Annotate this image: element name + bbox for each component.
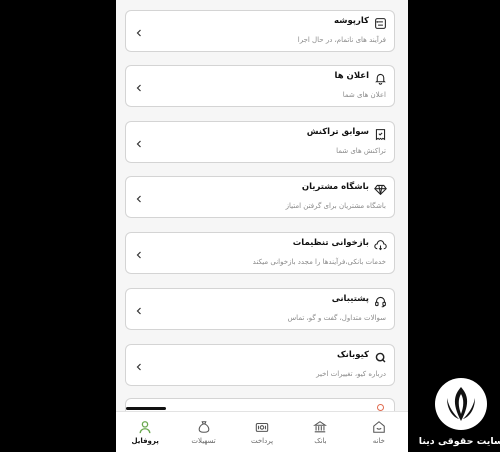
headset-icon: [374, 295, 387, 308]
menu-item-title: بازخوانی تنظیمات: [292, 238, 369, 248]
loan-bag-icon: [198, 420, 209, 433]
menu-item-subtitle: باشگاه مشتریان برای گرفتن امتیاز: [285, 202, 386, 210]
tab-bank[interactable]: بانک: [291, 412, 349, 452]
menu-item-subtitle: تراکنش های شما: [336, 147, 386, 155]
tab-label: خانه: [372, 436, 385, 445]
home-indicator: [126, 407, 166, 410]
tab-label: تسهیلات: [191, 436, 216, 445]
bell-icon: [374, 72, 387, 85]
chevron-left-icon: [134, 190, 144, 203]
watermark-logo-icon: [435, 378, 487, 430]
menu-item-subtitle: خدمات بانکی،فرآیندها را مجدد بازخوانی می…: [252, 258, 386, 266]
tab-label: پرداخت: [250, 436, 274, 445]
home-icon: [373, 420, 385, 433]
menu-item-title: کارپوشه: [333, 16, 369, 26]
menu-item-cartable[interactable]: کارپوشه فرآیند های ناتمام، در حال اجرا: [125, 10, 395, 52]
chevron-left-icon: [134, 24, 144, 37]
tab-loans[interactable]: تسهیلات: [174, 412, 232, 452]
cloud-sync-icon: [374, 239, 387, 252]
chevron-left-icon: [134, 246, 144, 259]
menu-item-subtitle: فرآیند های ناتمام، در حال اجرا: [297, 36, 386, 44]
chevron-left-icon: [134, 79, 144, 92]
qbank-logo-icon: [374, 351, 387, 364]
menu-item-subtitle: سوالات متداول، گفت و گو، تماس: [287, 314, 386, 322]
menu-item-title: باشگاه مشتریان: [301, 182, 369, 192]
menu-item-notifications[interactable]: اعلان ها اعلان های شما: [125, 65, 395, 107]
tab-home[interactable]: خانه: [350, 412, 408, 452]
bank-icon: [313, 420, 328, 432]
app-screen: کارپوشه فرآیند های ناتمام، در حال اجرا ا…: [116, 0, 408, 452]
diamond-icon: [374, 183, 387, 196]
bottom-navigation: خانه بانک پرداخت تسهیلات پروفایل: [116, 411, 408, 452]
receipt-icon: [374, 128, 387, 141]
logout-icon: [377, 404, 384, 411]
chevron-left-icon: [134, 302, 144, 315]
menu-item-subtitle: درباره کیو، تغییرات اخیر: [316, 370, 386, 378]
menu-item-reload-settings[interactable]: بازخوانی تنظیمات خدمات بانکی،فرآیندها را…: [125, 232, 395, 274]
profile-icon: [139, 420, 151, 433]
tab-label: پروفایل: [131, 436, 159, 445]
watermark-text: سایت حقوقی دینا: [418, 436, 500, 447]
task-list-icon: [374, 17, 387, 30]
chevron-left-icon: [134, 358, 144, 371]
menu-item-title: اعلان ها: [334, 71, 369, 81]
chevron-left-icon: [134, 135, 144, 148]
menu-item-subtitle: اعلان های شما: [342, 91, 386, 99]
tab-label: بانک: [314, 436, 327, 445]
payment-icon: [255, 422, 269, 432]
menu-item-customer-club[interactable]: باشگاه مشتریان باشگاه مشتریان برای گرفتن…: [125, 176, 395, 218]
menu-item-title: کیوبانک: [336, 350, 369, 360]
menu-item-qbank[interactable]: کیوبانک درباره کیو، تغییرات اخیر: [125, 344, 395, 386]
menu-item-title: پشتیبانی: [331, 294, 369, 304]
watermark: سایت حقوقی دینا: [418, 378, 500, 452]
menu-item-transactions[interactable]: سوابق تراکنش تراکنش های شما: [125, 121, 395, 163]
tab-payment[interactable]: پرداخت: [233, 412, 291, 452]
menu-item-support[interactable]: پشتیبانی سوالات متداول، گفت و گو، تماس: [125, 288, 395, 330]
menu-item-title: سوابق تراکنش: [306, 127, 369, 137]
tab-profile[interactable]: پروفایل: [116, 412, 174, 452]
